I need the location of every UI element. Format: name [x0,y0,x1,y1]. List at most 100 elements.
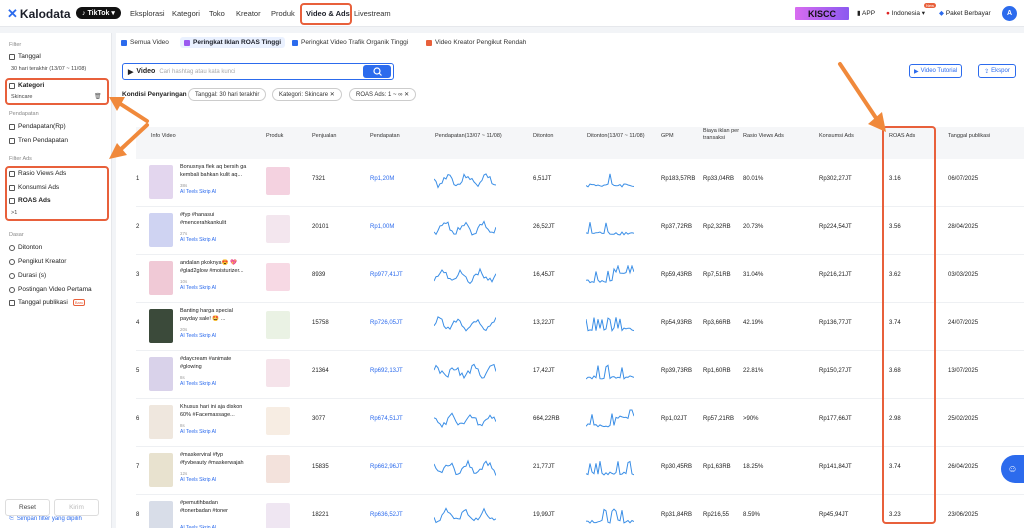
tab-semua-video[interactable]: Semua Video [121,37,169,48]
pendapatan-value[interactable]: Rp1,00M [370,224,394,230]
pendapatan-value[interactable]: Rp674,51JT [370,416,403,422]
nav-eksplorasi[interactable]: Eksplorasi [130,9,165,18]
filter-ditonton[interactable]: Ditonton [9,244,42,251]
product-image[interactable] [266,503,290,528]
save-filter-link[interactable]: ⎘ Simpan filter yang dipilih [9,515,82,522]
video-title[interactable]: Banting harga special payday sale! 🤩 ... [180,308,258,324]
plan-link[interactable]: ◆ Paket Berbayar [939,9,991,17]
close-icon[interactable]: ✕ [330,91,335,98]
nav-kreator[interactable]: Kreator [236,9,261,18]
tab-kreator-pengikut-rendah[interactable]: Video Kreator Pengikut Rendah [426,37,526,48]
flag-icon: ● [886,10,890,17]
video-title[interactable]: #pemutihbadan #tonerbadan #toner [180,500,258,516]
col-biaya-iklan[interactable]: Biaya iklan per transaksi [703,128,747,142]
app-link[interactable]: ▮ APP [857,9,875,17]
gpm-value: Rp30,45RB [661,464,693,470]
avatar[interactable]: A [1002,6,1017,21]
filter-pengikut-kreator[interactable]: Pengikut Kreator [9,258,66,265]
ai-script-link[interactable]: AI Teels Skrip AI [180,237,216,243]
condition-chip-kategori[interactable]: Kategori: Skincare ✕ [272,88,342,101]
search-button[interactable] [363,65,391,78]
video-thumbnail[interactable] [149,213,173,247]
col-penjualan[interactable]: Penjualan [312,133,336,140]
pendapatan-value[interactable]: Rp726,05JT [370,320,403,326]
ai-script-link[interactable]: AI Teels Skrip AI [180,285,216,291]
video-thumbnail[interactable] [149,309,173,343]
video-search[interactable]: ▶ Video Cari hashtag atau kata kunci [122,63,394,80]
kirim-button[interactable]: Kirim [54,499,99,516]
col-pendapatan[interactable]: Pendapatan [370,133,400,140]
ai-script-link[interactable]: AI Teels Skrip AI [180,381,216,387]
filter-tanggal-publikasi[interactable]: Tanggal publikasi Baru [9,299,86,306]
ai-script-link[interactable]: AI Teels Skrip AI [180,477,216,483]
rasio-views-value: 20.73% [743,224,764,230]
platform-selector[interactable]: ♪ TikTok ▾ [76,7,121,19]
product-image[interactable] [266,407,290,435]
ai-script-link[interactable]: AI Teels Skrip AI [180,333,216,339]
col-ditonton[interactable]: Ditonton [533,133,554,140]
promo-banner[interactable]: KISCC [795,7,849,20]
ai-script-link[interactable]: AI Teels Skrip AI [180,189,216,195]
video-title[interactable]: #maskerviral #fyp #fyvbeauty #maskerwajah [180,452,258,468]
export-button[interactable]: ⇪ Ekspor [978,64,1016,78]
logo-icon: ✕ [7,6,18,21]
col-gpm[interactable]: GPM [661,133,674,140]
pendapatan-value[interactable]: Rp636,52JT [370,512,403,518]
video-title[interactable]: Bonusnya flek aq bersih ga kembali bahkan… [180,164,258,180]
rank: 2 [136,224,140,230]
video-thumbnail[interactable] [149,261,173,295]
video-title[interactable]: #fyp #hanasui #mencerahkankulit [180,212,258,228]
chevron-down-icon: ▾ [111,10,115,17]
nav-produk[interactable]: Produk [271,9,295,18]
video-title[interactable]: Khusus hari ini aja diskon 60% #Facemassa… [180,404,258,420]
filter-tren-pendapatan[interactable]: Tren Pendapatan [9,137,68,144]
gpm-value: Rp1,02JT [661,416,688,422]
tanggal-value[interactable]: 30 hari terakhir (13/07 ~ 11/08) [11,66,86,72]
condition-chip-tanggal[interactable]: Tanggal: 30 hari terakhir [188,88,267,101]
nav-kategori[interactable]: Kategori [172,9,200,18]
product-image[interactable] [266,215,290,243]
pendapatan-value[interactable]: Rp662,96JT [370,464,403,470]
product-image[interactable] [266,359,290,387]
pendapatan-value[interactable]: Rp1,20M [370,176,394,182]
gpm-value: Rp54,93RB [661,320,693,326]
video-tutorial-button[interactable]: ▶ Video Tutorial [909,64,963,78]
video-thumbnail[interactable] [149,405,173,439]
pendapatan-value[interactable]: Rp977,41JT [370,272,403,278]
ai-script-link[interactable]: AI Teels Skrip AI [180,429,216,435]
filter-tanggal[interactable]: Tanggal [9,53,41,60]
tanggal-publikasi-value: 03/03/2025 [948,272,979,278]
filter-postingan-video-pertama[interactable]: Postingan Video Pertama [9,286,92,293]
filter-pendapatan-rp[interactable]: Pendapatan(Rp) [9,123,66,130]
nav-toko[interactable]: Toko [209,9,225,18]
video-title[interactable]: #daycream #animate #glowing [180,356,258,372]
filter-durasi[interactable]: Durasi (s) [9,272,46,279]
video-thumbnail[interactable] [149,165,173,199]
reset-button[interactable]: Reset [5,499,50,516]
condition-chip-roas[interactable]: ROAS Ads: 1 ~ ∞ ✕ [349,88,417,101]
rasio-views-value: >90% [743,416,759,422]
pendapatan-value[interactable]: Rp692,13JT [370,368,403,374]
video-thumbnail[interactable] [149,501,173,528]
col-tanggal-publikasi[interactable]: Tanggal publikasi [948,133,990,140]
tanggal-publikasi-value: 23/06/2025 [948,512,979,518]
kalodata-logo[interactable]: ✕ Kalodata [7,6,71,22]
video-thumbnail[interactable] [149,453,173,487]
rank: 3 [136,272,140,278]
product-image[interactable] [266,455,290,483]
tab-peringkat-iklan-roas[interactable]: Peringkat Iklan ROAS Tinggi [180,37,286,48]
country-selector[interactable]: ● Indonesia ▾ [886,9,925,17]
tab-peringkat-trafik-organik[interactable]: Peringkat Video Trafik Organik Tinggi [292,37,408,48]
help-chat-icon[interactable]: ☺ [1001,455,1024,483]
col-rasio-views-ads[interactable]: Rasio Views Ads [743,133,784,140]
ditonton-sparkline [586,409,634,428]
product-image[interactable] [266,167,290,195]
video-title[interactable]: andalan pkoknya😍 💖 #glad2glow #moisturize… [180,260,258,276]
search-input[interactable]: Cari hashtag atau kata kunci [159,69,363,75]
product-image[interactable] [266,311,290,339]
product-image[interactable] [266,263,290,291]
close-icon[interactable]: ✕ [404,91,409,98]
video-thumbnail[interactable] [149,357,173,391]
ai-icon: AI [180,189,185,195]
nav-livestream[interactable]: Livestream [354,9,391,18]
